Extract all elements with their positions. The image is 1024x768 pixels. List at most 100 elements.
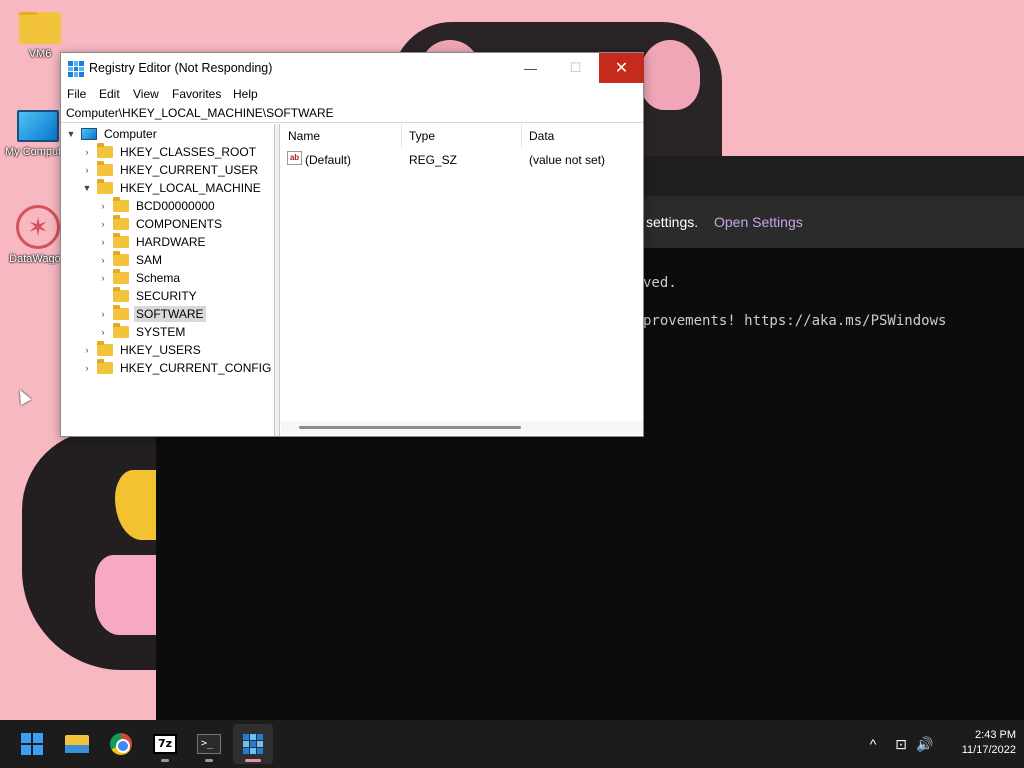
maximize-button[interactable]: ☐ bbox=[553, 53, 598, 83]
wallpaper-character-bow bbox=[95, 555, 157, 635]
taskbar-registry-editor[interactable] bbox=[233, 724, 273, 764]
chevron-right-icon[interactable]: › bbox=[97, 255, 109, 265]
folder-icon bbox=[113, 287, 129, 302]
taskbar: 7z >_ ^ ⊡ 🔊 bbox=[0, 720, 1024, 768]
title-bar[interactable]: Registry Editor (Not Responding) — ☐ ✕ bbox=[61, 53, 644, 85]
taskbar-chrome[interactable] bbox=[101, 724, 141, 764]
chevron-right-icon[interactable]: › bbox=[97, 201, 109, 211]
tree-item-sam[interactable]: › SAM bbox=[97, 251, 164, 269]
folder-icon bbox=[113, 269, 129, 284]
tree-item-label: HKEY_LOCAL_MACHINE bbox=[120, 181, 261, 195]
tree-item-label: HKEY_USERS bbox=[120, 343, 201, 357]
tree-item-label: HKEY_CURRENT_CONFIG bbox=[120, 361, 272, 375]
minimize-icon: — bbox=[524, 60, 537, 76]
menu-edit[interactable]: Edit bbox=[99, 87, 120, 101]
chevron-right-icon[interactable]: › bbox=[97, 219, 109, 229]
tree-item-hkey-local-machine[interactable]: ▼ HKEY_LOCAL_MACHINE bbox=[81, 179, 263, 197]
menu-help[interactable]: Help bbox=[233, 87, 258, 101]
tree-item-security[interactable]: SECURITY bbox=[97, 287, 199, 305]
folder-icon bbox=[97, 179, 113, 194]
tree-item-hkey-classes-root[interactable]: › HKEY_CLASSES_ROOT bbox=[81, 143, 258, 161]
values-list-pane[interactable]: Name Type Data ab (Default) REG_SZ (valu… bbox=[281, 124, 643, 436]
pane-splitter[interactable] bbox=[275, 124, 280, 436]
volume-icon[interactable]: 🔊 bbox=[914, 734, 936, 754]
tree-item-hkey-users[interactable]: › HKEY_USERS bbox=[81, 341, 203, 359]
address-bar[interactable]: Computer\HKEY_LOCAL_MACHINE\SOFTWARE bbox=[61, 105, 643, 123]
folder-icon bbox=[113, 197, 129, 212]
key-tree-pane[interactable]: ▼ Computer › HKEY_CLASSES_ROOT › HKEY_CU… bbox=[61, 124, 275, 436]
column-header-label: Name bbox=[288, 129, 321, 143]
open-settings-link[interactable]: Open Settings bbox=[714, 214, 803, 230]
chevron-right-icon[interactable]: › bbox=[97, 237, 109, 247]
scrollbar-thumb[interactable] bbox=[299, 426, 521, 429]
tree-item-hardware[interactable]: › HARDWARE bbox=[97, 233, 208, 251]
tree-item-bcd[interactable]: › BCD00000000 bbox=[97, 197, 217, 215]
folder-icon bbox=[113, 323, 129, 338]
menu-file[interactable]: File bbox=[67, 87, 86, 101]
tree-item-label: HARDWARE bbox=[136, 235, 206, 249]
column-header-label: Type bbox=[409, 129, 436, 143]
tree-item-label: SYSTEM bbox=[136, 325, 186, 339]
value-data: (value not set) bbox=[529, 153, 606, 167]
column-header-label: Data bbox=[529, 129, 555, 143]
folder-icon bbox=[65, 735, 89, 753]
menu-favorites[interactable]: Favorites bbox=[172, 87, 221, 101]
column-header-type[interactable]: Type bbox=[402, 124, 522, 148]
terminal-icon: >_ bbox=[197, 734, 221, 754]
clock-date: 11/17/2022 bbox=[961, 744, 1016, 756]
sevenzip-icon: 7z bbox=[153, 734, 177, 754]
clock-time: 2:43 PM bbox=[975, 729, 1016, 741]
taskbar-clock[interactable]: 2:43 PM 11/17/2022 bbox=[936, 728, 1016, 758]
regedit-icon bbox=[243, 734, 263, 754]
taskbar-terminal[interactable]: >_ bbox=[189, 724, 229, 764]
active-indicator bbox=[245, 759, 261, 762]
chevron-right-icon[interactable]: › bbox=[97, 273, 109, 283]
horizontal-scrollbar[interactable] bbox=[281, 421, 643, 435]
column-header-name[interactable]: Name bbox=[281, 124, 402, 148]
window-title: Registry Editor (Not Responding) bbox=[89, 61, 273, 75]
tree-item-system[interactable]: › SYSTEM bbox=[97, 323, 187, 341]
chevron-down-icon[interactable]: ▼ bbox=[65, 129, 77, 139]
registry-editor-window[interactable]: Registry Editor (Not Responding) — ☐ ✕ F… bbox=[60, 52, 644, 437]
terminal-notice-text: settings. bbox=[646, 214, 699, 230]
menu-view[interactable]: View bbox=[133, 87, 159, 101]
tree-item-hkey-current-user[interactable]: › HKEY_CURRENT_USER bbox=[81, 161, 260, 179]
folder-icon bbox=[97, 359, 113, 374]
regedit-icon bbox=[68, 61, 84, 77]
chevron-right-icon[interactable]: › bbox=[97, 309, 109, 319]
folder-icon bbox=[113, 305, 129, 320]
close-button[interactable]: ✕ bbox=[599, 53, 644, 83]
chevron-right-icon[interactable]: › bbox=[81, 147, 93, 157]
chevron-right-icon[interactable]: › bbox=[81, 345, 93, 355]
network-icon[interactable]: ⊡ bbox=[890, 734, 912, 754]
running-indicator bbox=[161, 759, 169, 762]
maximize-icon: ☐ bbox=[569, 60, 582, 75]
tree-item-computer[interactable]: ▼ Computer bbox=[65, 125, 159, 143]
column-header-data[interactable]: Data bbox=[522, 124, 643, 148]
value-row[interactable]: ab (Default) REG_SZ (value not set) bbox=[281, 151, 643, 169]
tree-item-schema[interactable]: › Schema bbox=[97, 269, 182, 287]
chevron-right-icon[interactable]: › bbox=[81, 165, 93, 175]
folder-icon bbox=[19, 12, 61, 44]
tree-item-label: Schema bbox=[136, 271, 181, 285]
chevron-right-icon[interactable]: › bbox=[81, 363, 93, 373]
minimize-button[interactable]: — bbox=[508, 53, 553, 83]
folder-icon bbox=[97, 161, 113, 176]
close-icon: ✕ bbox=[614, 60, 629, 77]
chrome-icon bbox=[110, 733, 132, 755]
menu-bar: File Edit View Favorites Help bbox=[61, 85, 643, 105]
show-hidden-icons-chevron-icon[interactable]: ^ bbox=[862, 734, 884, 754]
start-button[interactable] bbox=[12, 724, 52, 764]
terminal-output-line: ved. bbox=[643, 275, 677, 291]
chevron-right-icon[interactable]: › bbox=[97, 327, 109, 337]
taskbar-7zip[interactable]: 7z bbox=[145, 724, 185, 764]
chevron-down-icon[interactable]: ▼ bbox=[81, 183, 93, 193]
tree-item-software[interactable]: › SOFTWARE bbox=[97, 305, 206, 323]
tree-item-label: HKEY_CURRENT_USER bbox=[120, 163, 259, 177]
computer-icon bbox=[17, 110, 59, 142]
running-indicator bbox=[205, 759, 213, 762]
folder-icon bbox=[97, 341, 113, 356]
tree-item-hkey-current-config[interactable]: › HKEY_CURRENT_CONFIG bbox=[81, 359, 273, 377]
taskbar-file-explorer[interactable] bbox=[57, 724, 97, 764]
tree-item-components[interactable]: › COMPONENTS bbox=[97, 215, 224, 233]
